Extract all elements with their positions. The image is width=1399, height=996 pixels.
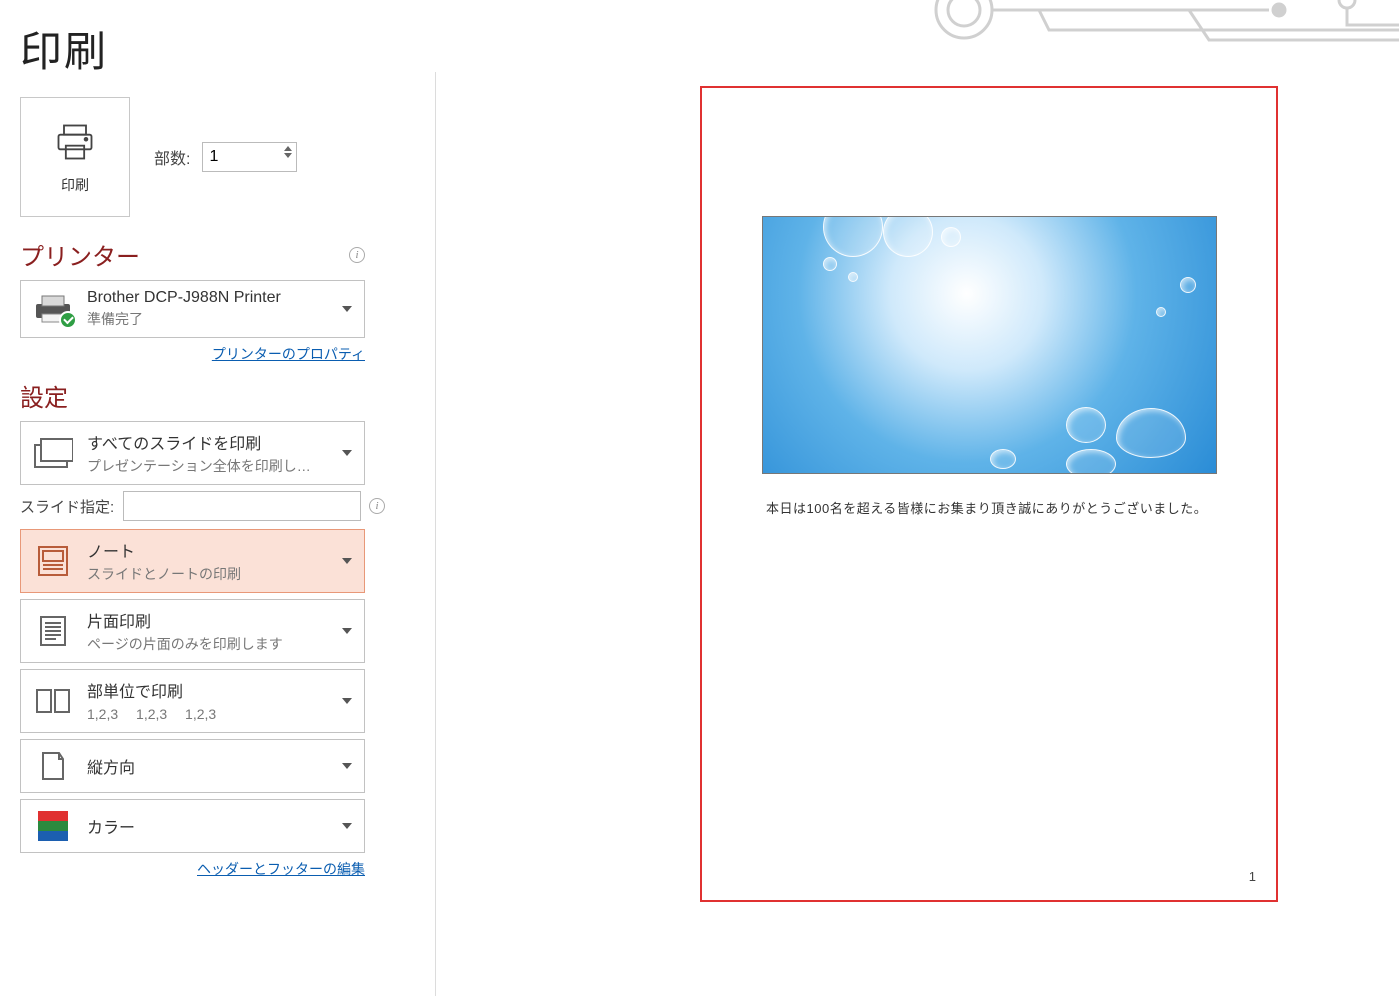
one-sided-icon — [31, 613, 75, 649]
info-icon[interactable]: i — [349, 247, 365, 263]
note-text: 本日は100名を超える皆様にお集まり頂き誠にありがとうございました。 — [766, 498, 1207, 517]
chevron-down-icon — [342, 823, 352, 829]
color-title: カラー — [87, 814, 135, 838]
printer-properties-link[interactable]: プリンターのプロパティ — [212, 346, 365, 362]
info-icon[interactable]: i — [369, 498, 385, 514]
collate-icon — [31, 683, 75, 719]
chevron-down-icon — [342, 450, 352, 456]
copies-label: 部数: — [154, 145, 190, 169]
decorative-circuit — [849, 0, 1399, 70]
layout-sub: スライドとノートの印刷 — [87, 564, 354, 584]
color-swatch-icon — [31, 808, 75, 844]
portrait-icon — [31, 748, 75, 784]
slides-stack-icon — [31, 435, 75, 471]
copies-input[interactable] — [209, 148, 269, 166]
copies-increase[interactable] — [284, 146, 292, 151]
collate-selector[interactable]: 部単位で印刷 1,2,3 1,2,3 1,2,3 — [20, 669, 365, 733]
notes-layout-icon — [31, 543, 75, 579]
orientation-selector[interactable]: 縦方向 — [20, 739, 365, 793]
collate-title: 部単位で印刷 — [87, 678, 354, 702]
print-range-title: すべてのスライドを印刷 — [87, 430, 354, 454]
color-selector[interactable]: カラー — [20, 799, 365, 853]
layout-title: ノート — [87, 538, 354, 562]
printer-selector[interactable]: Brother DCP-J988N Printer 準備完了 — [20, 280, 365, 338]
print-range-sub: プレゼンテーション全体を印刷し… — [87, 456, 354, 476]
sides-selector[interactable]: 片面印刷 ページの片面のみを印刷します — [20, 599, 365, 663]
printer-icon — [53, 120, 97, 167]
print-range-selector[interactable]: すべてのスライドを印刷 プレゼンテーション全体を印刷し… — [20, 421, 365, 485]
copies-field[interactable] — [202, 142, 297, 172]
chevron-down-icon — [342, 558, 352, 564]
slide-range-input[interactable] — [123, 491, 361, 521]
chevron-down-icon — [342, 306, 352, 312]
copies-decrease[interactable] — [284, 153, 292, 158]
settings-heading: 設定 — [20, 378, 68, 413]
printer-device-icon — [31, 291, 75, 327]
collate-sub: 1,2,3 1,2,3 1,2,3 — [87, 704, 354, 724]
print-button[interactable]: 印刷 — [20, 97, 130, 217]
sides-title: 片面印刷 — [87, 608, 354, 632]
printer-name: Brother DCP-J988N Printer — [87, 289, 354, 307]
print-button-label: 印刷 — [61, 175, 89, 195]
chevron-down-icon — [342, 628, 352, 634]
printer-status: 準備完了 — [87, 309, 354, 329]
sides-sub: ページの片面のみを印刷します — [87, 634, 354, 654]
print-preview: 本日は100名を超える皆様にお集まり頂き誠にありがとうございました。 1 — [700, 86, 1278, 902]
page-number: 1 — [1249, 869, 1256, 884]
orientation-title: 縦方向 — [87, 754, 135, 778]
layout-selector[interactable]: ノート スライドとノートの印刷 — [20, 529, 365, 593]
check-icon — [59, 311, 77, 329]
chevron-down-icon — [342, 763, 352, 769]
header-footer-link[interactable]: ヘッダーとフッターの編集 — [197, 861, 365, 877]
slide-thumbnail — [762, 216, 1217, 474]
printer-heading: プリンター — [20, 237, 140, 272]
vertical-divider — [435, 72, 436, 996]
chevron-down-icon — [342, 698, 352, 704]
page-title: 印刷 — [20, 18, 410, 79]
slide-range-label: スライド指定: — [20, 496, 115, 517]
